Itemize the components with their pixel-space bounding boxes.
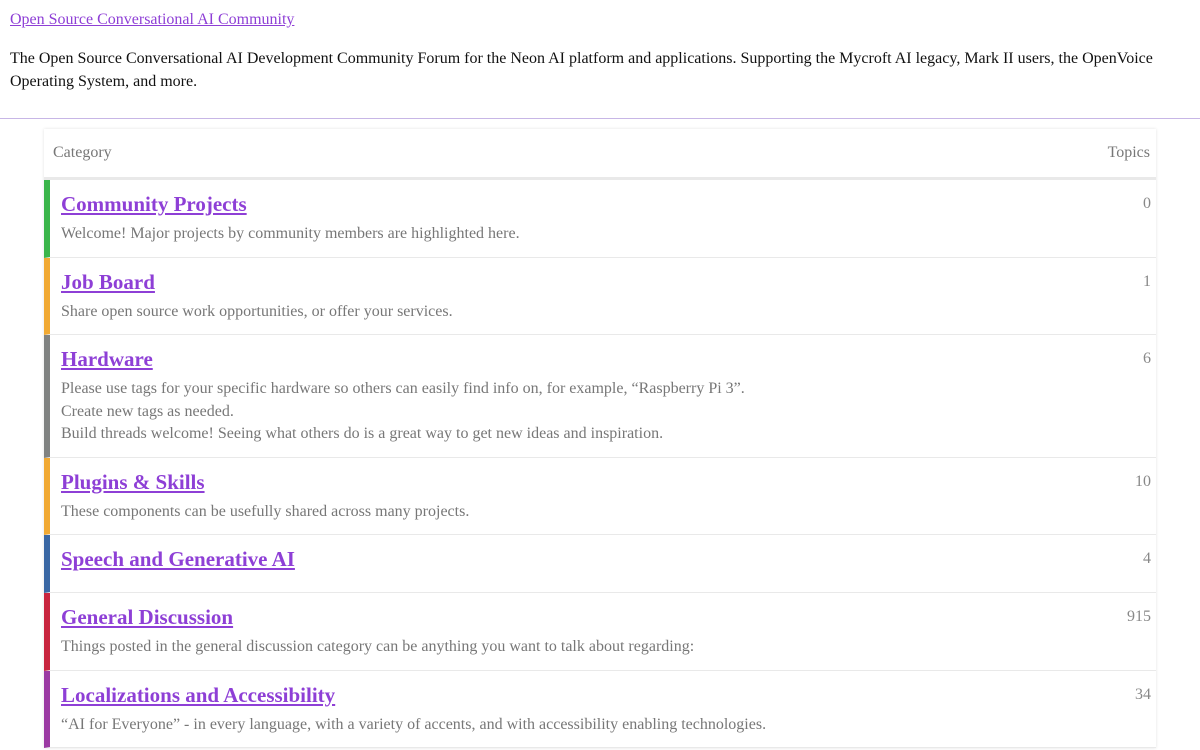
header-divider — [0, 118, 1200, 119]
column-header-category[interactable]: Category — [53, 144, 112, 162]
category-title-link[interactable]: Community Projects — [61, 192, 247, 216]
category-description-line: Things posted in the general discussion … — [61, 638, 695, 655]
category-description: Welcome! Major projects by community mem… — [61, 223, 1076, 246]
table-header: Category Topics — [44, 129, 1156, 180]
topic-count: 1 — [1143, 272, 1151, 290]
category-description: Things posted in the general discussion … — [61, 636, 1076, 659]
site-description: The Open Source Conversational AI Develo… — [10, 50, 1153, 90]
category-table: Category Topics Community Projects Welcom… — [44, 129, 1156, 748]
topic-count: 6 — [1143, 350, 1151, 367]
category-description-line: Share open source work opportunities, or… — [61, 302, 453, 320]
column-header-topics[interactable]: Topics — [1108, 144, 1150, 162]
category-title-link[interactable]: Job Board — [61, 270, 155, 294]
category-description: These components can be usefully shared … — [61, 501, 1076, 524]
category-row: Localizations and Accessibility “AI for E… — [44, 670, 1156, 748]
category-list: Community Projects Welcome! Major project… — [44, 180, 1156, 748]
category-description-line: Please use tags for your specific hardwa… — [61, 380, 745, 397]
category-title-link[interactable]: Speech and Generative AI — [61, 547, 295, 571]
category-description-line: Create new tags as needed. — [61, 402, 234, 420]
category-description: “AI for Everyone” - in every language, w… — [61, 714, 1076, 737]
topic-count: 10 — [1135, 472, 1151, 490]
site-home-link[interactable]: Open Source Conversational AI Community — [10, 11, 294, 29]
category-title-link[interactable]: General Discussion — [61, 605, 233, 629]
category-title-link[interactable]: Plugins & Skills — [61, 470, 205, 494]
category-row: Plugins & Skills These components can be … — [44, 457, 1156, 535]
category-title-link[interactable]: Localizations and Accessibility — [61, 683, 335, 707]
category-row: General Discussion Things posted in the g… — [44, 593, 1156, 671]
category-description-line: These components can be usefully shared … — [61, 502, 470, 520]
category-description-line: Build threads welcome! Seeing what other… — [61, 425, 664, 442]
topic-count: 0 — [1143, 195, 1151, 212]
category-description-line: Welcome! Major projects by community mem… — [61, 225, 520, 242]
category-description-line: “AI for Everyone” - in every language, w… — [61, 715, 767, 733]
category-title-link[interactable]: Hardware — [61, 347, 153, 371]
category-row: Speech and Generative AI 4 — [44, 535, 1156, 593]
topic-count: 915 — [1127, 608, 1151, 625]
category-row: Community Projects Welcome! Major project… — [44, 180, 1156, 258]
category-description: Please use tags for your specific hardwa… — [61, 378, 1076, 446]
category-row: Job Board Share open source work opportun… — [44, 257, 1156, 335]
category-description: Share open source work opportunities, or… — [61, 301, 1076, 324]
category-row: Hardware Please use tags for your specifi… — [44, 335, 1156, 458]
topic-count: 4 — [1143, 550, 1151, 567]
topic-count: 34 — [1135, 685, 1151, 703]
